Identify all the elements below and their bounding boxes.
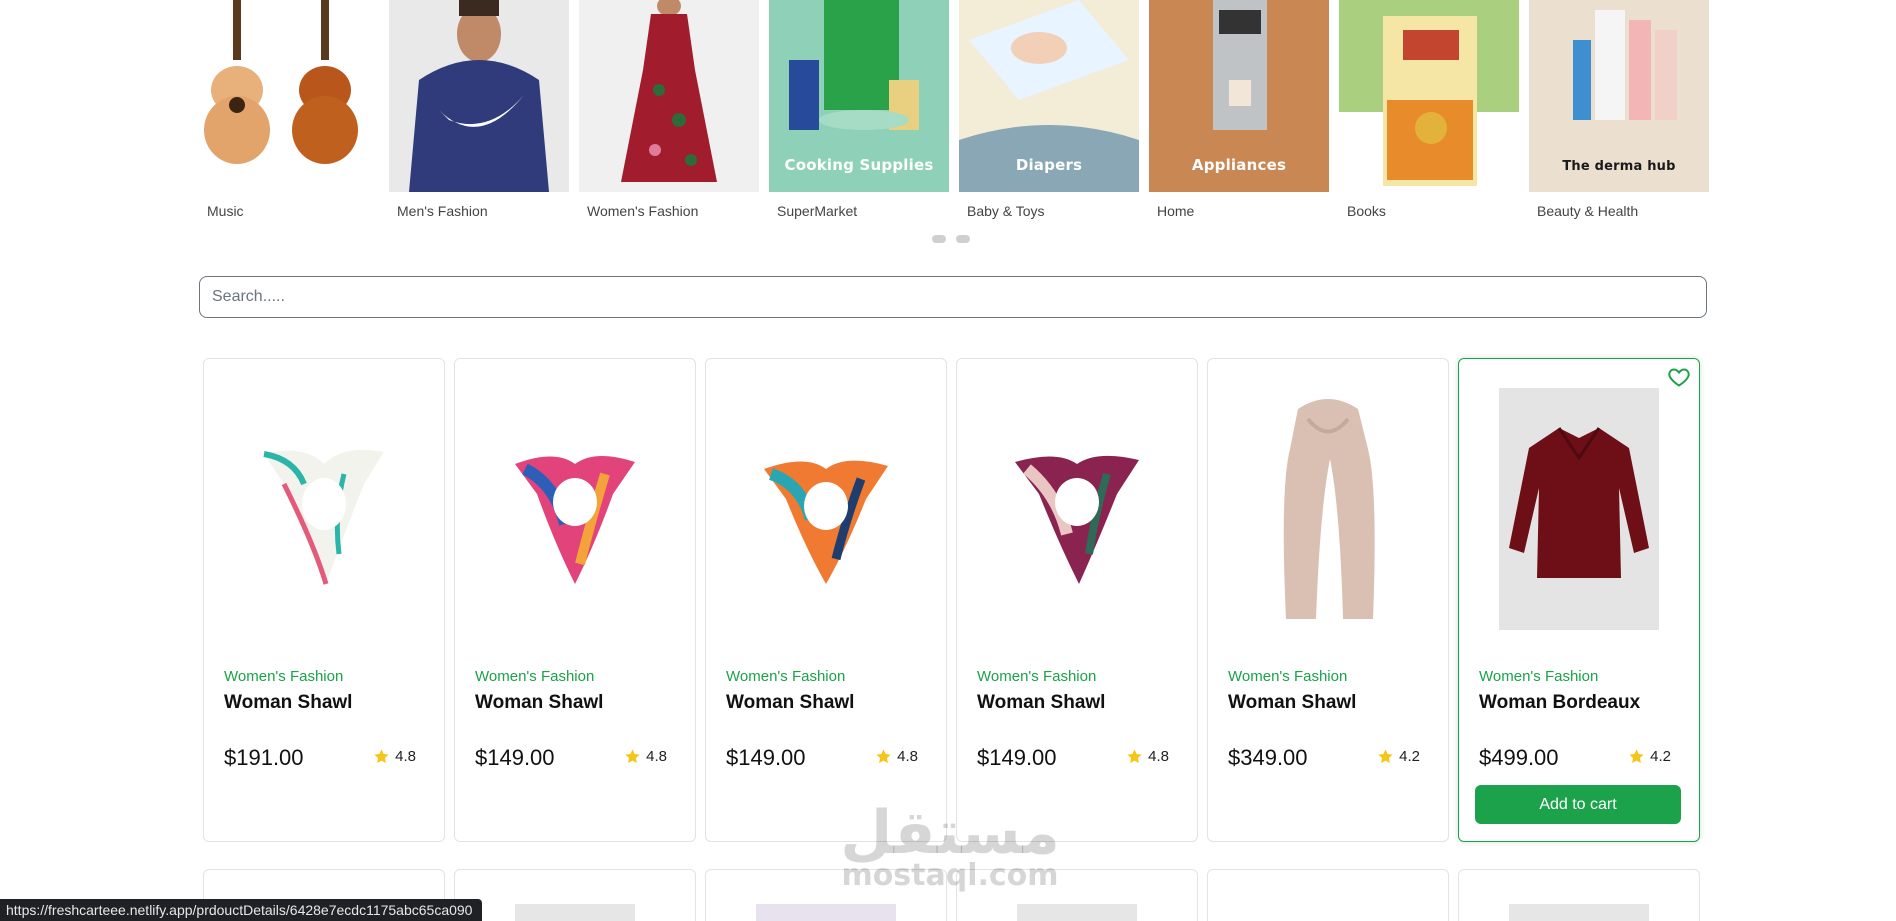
product-card[interactable] [1458, 869, 1700, 921]
category-baby-toys[interactable]: Diapers Baby & Toys [959, 0, 1139, 222]
product-rating: 4.2 [1377, 748, 1420, 765]
slider-pagination [932, 235, 970, 243]
product-image [1017, 904, 1137, 921]
category-books[interactable]: Books [1339, 0, 1519, 222]
category-mens-fashion[interactable]: Men's Fashion [389, 0, 569, 222]
category-caption: Appliances [1191, 156, 1287, 174]
product-card[interactable]: Women's Fashion Woman Shawl $149.00 4.8 [956, 358, 1198, 842]
rating-value: 4.8 [395, 748, 416, 765]
category-beauty-health[interactable]: The derma hub Beauty & Health [1529, 0, 1709, 222]
product-title: Woman Shawl [475, 692, 604, 713]
product-category: Women's Fashion [977, 668, 1097, 685]
category-image: Cooking Supplies [769, 0, 949, 192]
slider-dot-1[interactable] [932, 235, 946, 243]
rating-value: 4.8 [897, 748, 918, 765]
rating-value: 4.2 [1650, 748, 1671, 765]
search-input[interactable] [199, 276, 1707, 318]
product-grid: Women's Fashion Woman Shawl $191.00 4.8 … [203, 358, 1703, 842]
category-image [199, 0, 379, 192]
product-price: $149.00 [977, 745, 1057, 770]
category-image: Diapers [959, 0, 1139, 192]
product-image [977, 379, 1177, 639]
category-label: Music [207, 203, 244, 219]
category-label: Home [1157, 203, 1195, 219]
product-card[interactable]: Women's Fashion Woman Shawl $149.00 4.8 [454, 358, 696, 842]
category-image [389, 0, 569, 192]
category-image [1339, 0, 1519, 192]
category-label: Books [1347, 203, 1386, 219]
category-image: Appliances [1149, 0, 1329, 192]
product-category: Women's Fashion [475, 668, 595, 685]
product-image [1228, 379, 1428, 639]
product-category: Women's Fashion [1479, 668, 1599, 685]
product-price: $349.00 [1228, 745, 1308, 770]
category-label: SuperMarket [777, 203, 858, 219]
category-supermarket[interactable]: Cooking Supplies SuperMarket [769, 0, 949, 222]
product-image [515, 904, 635, 921]
product-price: $191.00 [224, 745, 304, 770]
category-label: Baby & Toys [967, 203, 1045, 219]
status-bar-url: https://freshcarteee.netlify.app/prdouct… [0, 899, 483, 921]
category-music[interactable]: Music [199, 0, 379, 222]
rating-value: 4.8 [646, 748, 667, 765]
category-caption: Cooking Supplies [784, 156, 934, 174]
rating-value: 4.2 [1399, 748, 1420, 765]
category-label: Beauty & Health [1537, 203, 1639, 219]
category-caption: Diapers [1015, 156, 1083, 174]
product-rating: 4.2 [1628, 748, 1671, 765]
add-to-cart-button[interactable]: Add to cart [1475, 785, 1681, 824]
product-category: Women's Fashion [224, 668, 344, 685]
product-title: Woman Bordeaux [1479, 692, 1641, 713]
product-card[interactable]: Women's Fashion Woman Shawl $349.00 4.2 [1207, 358, 1449, 842]
product-price: $149.00 [475, 745, 555, 770]
category-home[interactable]: Appliances Home [1149, 0, 1329, 222]
star-icon [1629, 749, 1644, 764]
rating-value: 4.8 [1148, 748, 1169, 765]
product-price: $499.00 [1479, 745, 1559, 770]
product-card[interactable] [454, 869, 696, 921]
product-title: Woman Shawl [1228, 692, 1357, 713]
product-image [1509, 904, 1649, 921]
product-image [1479, 379, 1679, 639]
product-image [224, 379, 424, 639]
product-image [756, 904, 896, 921]
category-label: Men's Fashion [397, 203, 488, 219]
category-womens-fashion[interactable]: Women's Fashion [579, 0, 759, 222]
slider-dot-2[interactable] [956, 235, 970, 243]
product-rating: 4.8 [624, 748, 667, 765]
star-icon [1378, 749, 1393, 764]
category-caption: The derma hub [1562, 159, 1676, 174]
product-category: Women's Fashion [726, 668, 846, 685]
product-category: Women's Fashion [1228, 668, 1348, 685]
category-slider: Music Men's Fashion Women's Fashion Cook… [199, 0, 1709, 222]
product-card[interactable] [1207, 869, 1449, 921]
product-price: $149.00 [726, 745, 806, 770]
product-image [475, 379, 675, 639]
product-title: Woman Shawl [977, 692, 1106, 713]
product-image [726, 379, 926, 639]
product-title: Woman Shawl [224, 692, 353, 713]
product-rating: 4.8 [875, 748, 918, 765]
product-card[interactable] [705, 869, 947, 921]
category-image [579, 0, 759, 192]
category-image: The derma hub [1529, 0, 1709, 192]
star-icon [374, 749, 389, 764]
category-label: Women's Fashion [587, 203, 699, 219]
star-icon [625, 749, 640, 764]
product-card[interactable]: Women's Fashion Woman Shawl $149.00 4.8 [705, 358, 947, 842]
product-card[interactable]: Women's Fashion Woman Bordeaux $499.00 4… [1458, 358, 1700, 842]
product-title: Woman Shawl [726, 692, 855, 713]
star-icon [876, 749, 891, 764]
product-rating: 4.8 [373, 748, 416, 765]
product-card[interactable] [956, 869, 1198, 921]
product-rating: 4.8 [1126, 748, 1169, 765]
star-icon [1127, 749, 1142, 764]
product-card[interactable]: Women's Fashion Woman Shawl $191.00 4.8 [203, 358, 445, 842]
